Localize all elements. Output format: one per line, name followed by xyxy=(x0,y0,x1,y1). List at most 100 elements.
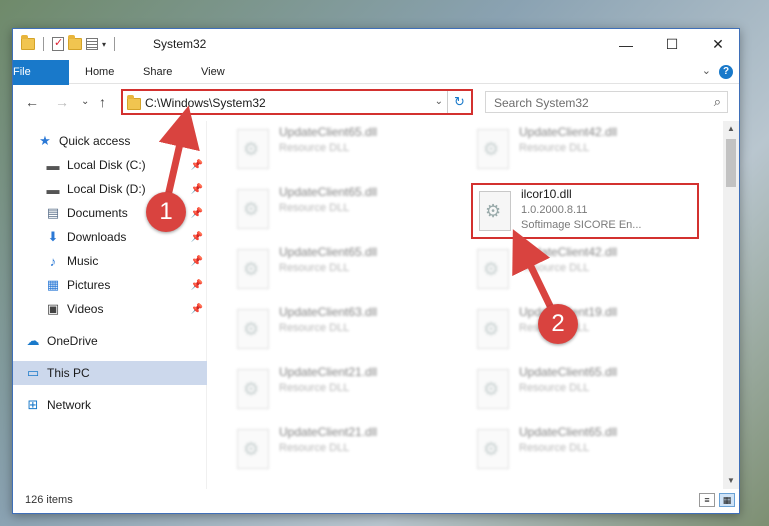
status-bar: 126 items ≡ ▦ xyxy=(13,489,739,513)
sidebar-item[interactable]: ▦ Pictures 📌 xyxy=(13,273,207,297)
file-name: UpdateClient65.dll xyxy=(279,245,378,259)
dll-file-icon xyxy=(477,429,509,469)
close-button[interactable]: ✕ xyxy=(695,29,741,60)
minimize-button[interactable]: — xyxy=(603,29,649,60)
file-item[interactable]: UpdateClient21.dll Resource DLL xyxy=(231,423,459,479)
scroll-up-icon[interactable]: ▲ xyxy=(723,121,739,137)
sidebar-item[interactable]: ⊞ Network xyxy=(13,393,207,417)
dll-file-icon xyxy=(477,369,509,409)
expand-ribbon-icon[interactable]: ⌄ xyxy=(702,64,711,77)
file-type: Resource DLL xyxy=(279,322,350,334)
new-folder-icon[interactable] xyxy=(68,35,82,50)
sidebar-item[interactable]: ▭ This PC xyxy=(13,361,207,385)
pin-icon[interactable]: 📌 xyxy=(191,184,203,195)
file-meta: UpdateClient65.dll Resource DLL xyxy=(279,123,377,154)
network-icon: ⊞ xyxy=(27,397,39,412)
file-item[interactable]: UpdateClient65.dll Resource DLL xyxy=(231,183,459,239)
dll-file-icon xyxy=(237,129,269,169)
sidebar-item[interactable]: ⬇ Downloads 📌 xyxy=(13,225,207,249)
dll-file-icon xyxy=(477,129,509,169)
pc-icon: ▭ xyxy=(26,365,40,380)
file-name: UpdateClient65.dll xyxy=(519,425,618,439)
maximize-button[interactable]: ☐ xyxy=(649,29,695,60)
videos-icon: ▣ xyxy=(46,301,60,316)
customize-toolbar-dropdown-icon[interactable]: ▾ xyxy=(102,40,106,49)
file-meta: UpdateClient63.dll Resource DLL xyxy=(279,303,377,334)
file-type: Resource DLL xyxy=(279,262,350,274)
back-button[interactable]: ← xyxy=(25,94,39,110)
file-item[interactable]: UpdateClient21.dll Resource DLL xyxy=(231,363,459,419)
chevron-down-icon[interactable]: ⌄ xyxy=(435,96,443,107)
dll-file-icon xyxy=(237,249,269,289)
sidebar-item[interactable]: ▣ Videos 📌 xyxy=(13,297,207,321)
item-count: 126 items xyxy=(25,494,73,506)
file-item[interactable]: UpdateClient65.dll Resource DLL xyxy=(471,423,699,479)
sidebar-item[interactable]: ☁ OneDrive xyxy=(13,329,207,353)
file-meta: UpdateClient42.dll Resource DLL xyxy=(519,123,617,154)
sidebar-item[interactable]: ♪ Music 📌 xyxy=(13,249,207,273)
tab-share[interactable]: Share xyxy=(129,60,186,84)
sidebar-item[interactable]: ▬ Local Disk (C:) 📌 xyxy=(13,153,207,177)
refresh-button[interactable]: ↻ xyxy=(447,91,471,113)
file-item[interactable]: UpdateClient63.dll Resource DLL xyxy=(231,303,459,359)
search-icon[interactable]: ⌕ xyxy=(714,94,721,110)
file-name: UpdateClient42.dll xyxy=(519,125,618,139)
file-item[interactable]: UpdateClient65.dll Resource DLL xyxy=(231,123,459,179)
scroll-thumb[interactable] xyxy=(726,139,736,187)
tab-home[interactable]: Home xyxy=(71,60,128,84)
file-name: UpdateClient63.dll xyxy=(279,305,378,319)
pin-icon[interactable]: 📌 xyxy=(191,256,203,267)
file-name: UpdateClient65.dll xyxy=(519,365,618,379)
tab-view[interactable]: View xyxy=(187,60,239,84)
up-button[interactable]: ↑ xyxy=(99,94,106,110)
folder-icon xyxy=(127,95,141,110)
dll-file-icon xyxy=(479,191,511,231)
file-item[interactable]: UpdateClient65.dll Resource DLL xyxy=(231,243,459,299)
sidebar-item-label: Network xyxy=(47,398,92,412)
file-meta: UpdateClient65.dll Resource DLL xyxy=(519,363,617,394)
file-item[interactable]: UpdateClient42.dll Resource DLL xyxy=(471,243,699,299)
file-name: UpdateClient21.dll xyxy=(279,365,378,379)
forward-button[interactable]: → xyxy=(55,94,69,110)
sidebar-item-label: Local Disk (C:) xyxy=(67,158,146,172)
help-icon[interactable]: ? xyxy=(719,65,733,79)
view-options-icon[interactable] xyxy=(86,38,98,50)
properties-icon[interactable] xyxy=(52,36,64,51)
scroll-down-icon[interactable]: ▼ xyxy=(723,473,739,489)
search-input[interactable]: Search System32 ⌕ xyxy=(485,91,728,113)
address-path[interactable]: C:\Windows\System32 xyxy=(145,96,266,110)
address-bar[interactable]: C:\Windows\System32 ⌄ ↻ xyxy=(121,89,473,115)
title-bar: ▾ System32 — ☐ ✕ xyxy=(13,29,739,60)
pin-icon[interactable]: 📌 xyxy=(191,304,203,315)
pin-icon[interactable]: 📌 xyxy=(191,208,203,219)
recent-locations-button[interactable]: ⌄ xyxy=(81,96,89,107)
file-list: UpdateClient65.dllResource DLLUpdateClie… xyxy=(209,121,725,489)
dll-file-icon xyxy=(237,429,269,469)
file-name: UpdateClient42.dll xyxy=(519,245,618,259)
highlighted-file-item[interactable]: ilcor10.dll 1.0.2000.8.11 Softimage SICORE… xyxy=(471,183,699,239)
file-item[interactable]: UpdateClient42.dll Resource DLL xyxy=(471,123,699,179)
file-meta: UpdateClient21.dll Resource DLL xyxy=(279,363,377,394)
large-icons-view-icon[interactable]: ▦ xyxy=(719,493,735,507)
star-icon: ★ xyxy=(39,133,51,148)
sidebar-item[interactable]: ★ Quick access xyxy=(13,129,207,153)
pin-icon[interactable]: 📌 xyxy=(191,160,203,171)
file-type: Resource DLL xyxy=(519,442,590,454)
dll-file-icon xyxy=(237,309,269,349)
toolbar-divider xyxy=(114,37,116,51)
pictures-icon: ▦ xyxy=(46,277,60,292)
window-title: System32 xyxy=(153,37,207,51)
file-item[interactable]: UpdateClient65.dll Resource DLL xyxy=(471,363,699,419)
file-type: Resource DLL xyxy=(279,382,350,394)
file-name: UpdateClient65.dll xyxy=(279,125,378,139)
vertical-scrollbar[interactable]: ▲ ▼ xyxy=(723,121,739,489)
search-placeholder: Search System32 xyxy=(494,96,589,110)
pin-icon[interactable]: 📌 xyxy=(191,232,203,243)
file-item[interactable]: UpdateClient19.dllResource DLL xyxy=(471,303,699,359)
drive-icon: ▬ xyxy=(46,181,60,197)
file-meta: UpdateClient65.dll Resource DLL xyxy=(519,423,617,454)
pin-icon[interactable]: 📌 xyxy=(191,280,203,291)
dll-file-icon xyxy=(237,369,269,409)
folder-icon xyxy=(21,35,35,50)
details-view-icon[interactable]: ≡ xyxy=(699,493,715,507)
